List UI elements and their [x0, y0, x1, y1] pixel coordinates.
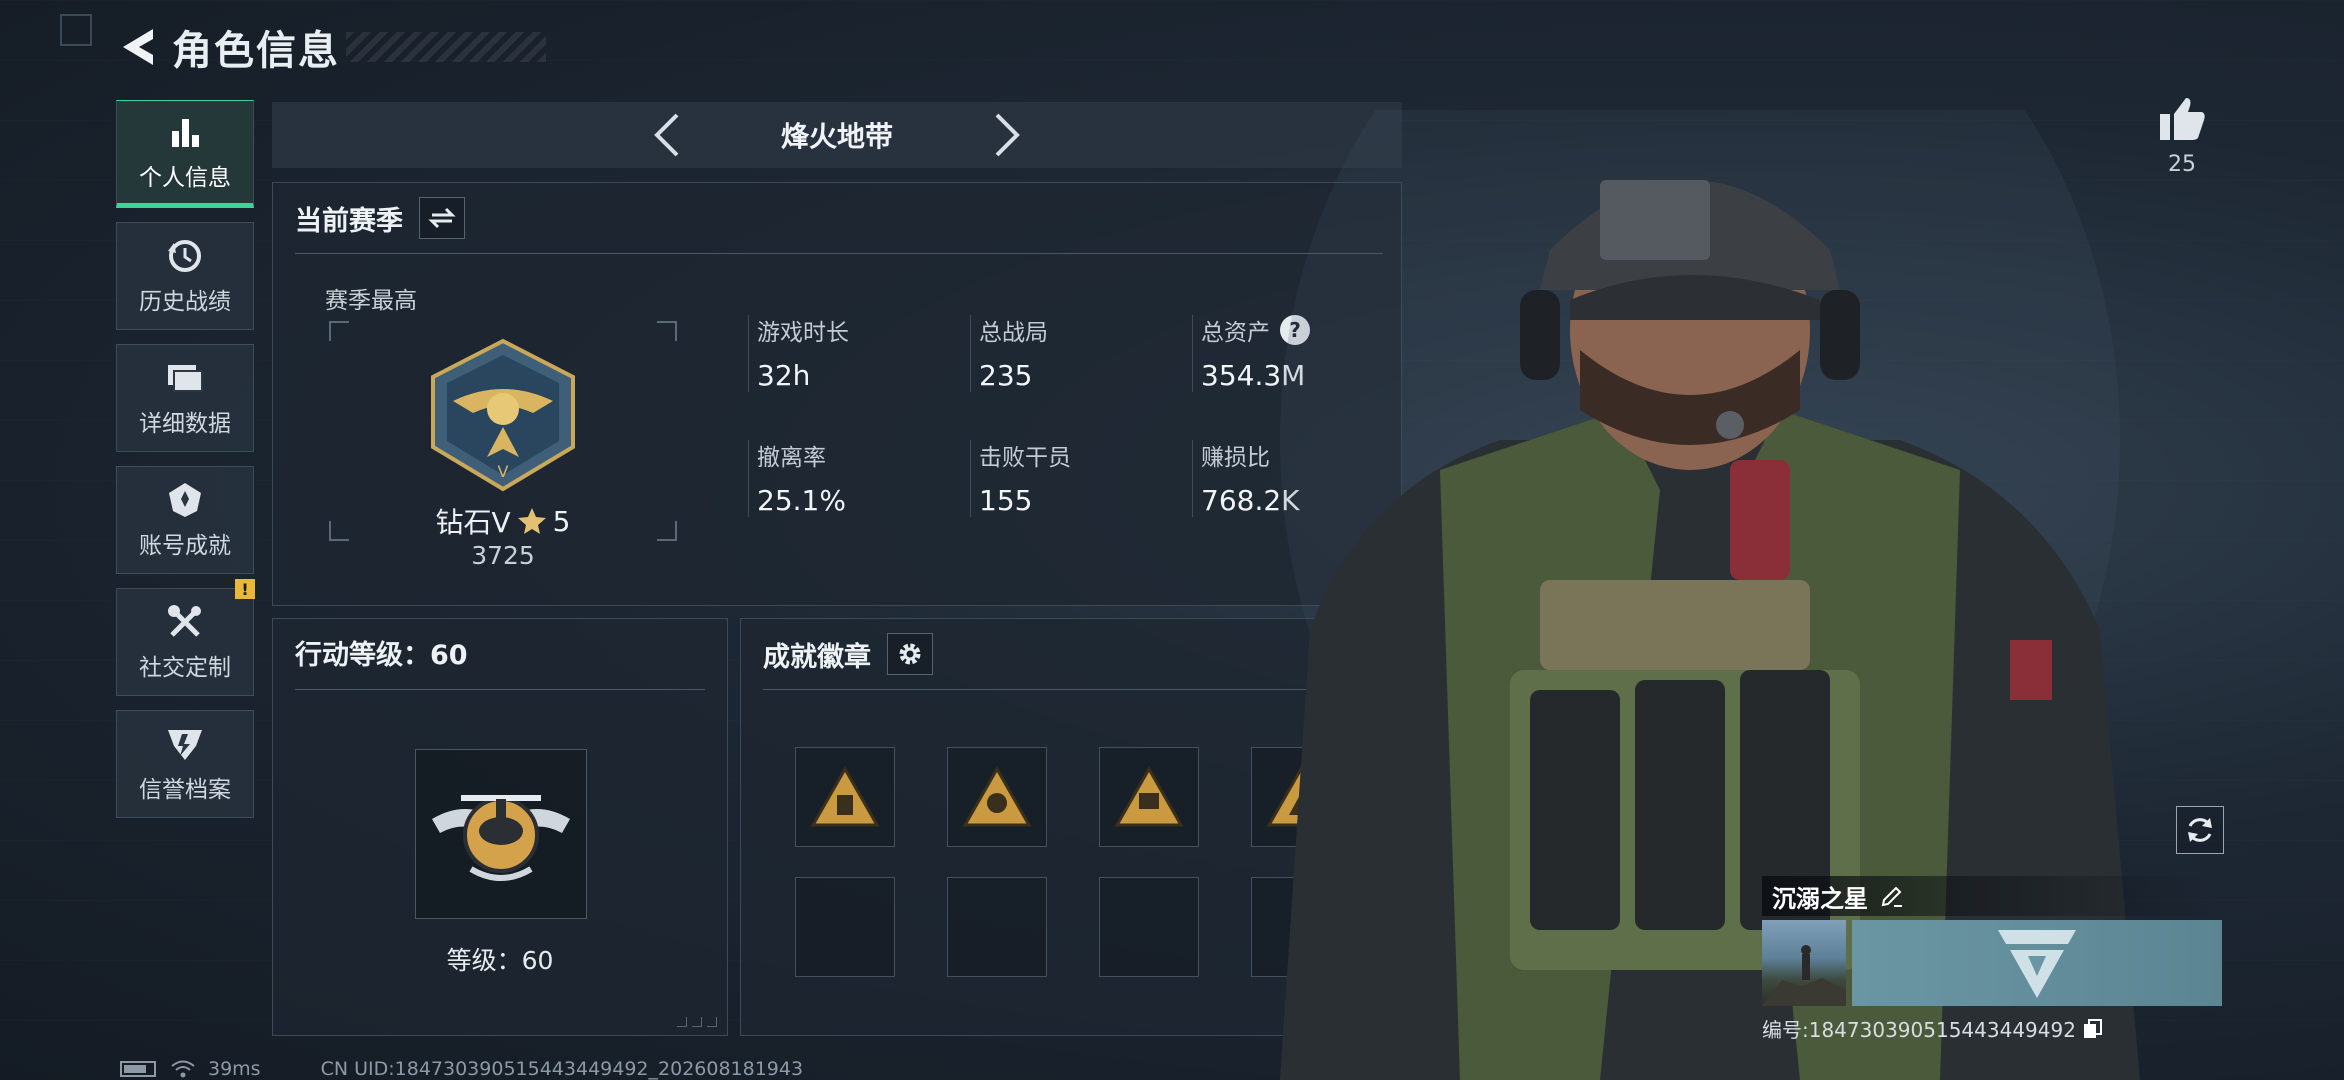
nav-label: 详细数据 [139, 411, 231, 437]
svg-text:V: V [498, 462, 509, 481]
history-clock-icon [165, 236, 205, 276]
helicopter-emblem-icon [432, 795, 570, 881]
folders-icon [165, 358, 205, 398]
badge-slot[interactable] [795, 747, 895, 847]
like-count: 25 [2168, 152, 2196, 177]
like-button[interactable]: 25 [2156, 96, 2208, 177]
season-title: 当前赛季 [295, 205, 403, 237]
stat-value: 32h [757, 359, 811, 392]
uid-text: CN UID:18473039051544344​9492_2026081819… [320, 1058, 804, 1080]
card-header: 沉溺之星 [1762, 876, 2222, 916]
player-id: 编号:1847303905154434​49492 [1762, 1014, 2222, 1043]
badge-slot[interactable] [947, 747, 1047, 847]
rank-stars: 5 [552, 504, 571, 538]
title-decoration [346, 32, 546, 62]
header: 角色信息 [118, 22, 546, 74]
triangle-badge-icon [1114, 765, 1184, 827]
badge-slot-empty[interactable] [947, 877, 1047, 977]
gear-icon [899, 643, 921, 665]
wifi-icon [170, 1059, 196, 1079]
nav-label: 社交定制 [139, 655, 231, 681]
player-id-text: 编号:1847303905154434​49492 [1762, 1018, 2076, 1042]
stat-label: 游戏时长 [757, 320, 849, 346]
stat-operators-defeated: 击败干员 155 [970, 440, 1192, 517]
stat-play-time: 游戏时长 32h [748, 315, 970, 392]
achievement-medal-icon [165, 480, 205, 520]
page-title: 角色信息 [172, 28, 340, 74]
swap-arrows-icon [428, 207, 456, 229]
mode-selector: 烽火地带 [272, 102, 1402, 168]
chevron-left-icon [654, 113, 679, 157]
edit-name-button[interactable] [1880, 884, 1904, 908]
nav-item-achievements[interactable]: 账号成就 [116, 466, 254, 574]
level-emblem[interactable] [415, 749, 587, 919]
stat-value: 235 [979, 359, 1033, 392]
card-body[interactable] [1762, 920, 2222, 1006]
season-panel: 当前赛季 赛季最高 V 钻石V 5 3725 游戏时长 32h 总战局 235 … [272, 182, 1402, 606]
copy-id-button[interactable] [2082, 1018, 2104, 1040]
ping-text: 39ms [208, 1058, 261, 1080]
mode-title: 烽火地带 [780, 120, 893, 153]
action-level-title: 行动等级：60 [295, 640, 468, 671]
badge-slot[interactable] [1099, 747, 1199, 847]
avatar [1762, 920, 1846, 1006]
badges-title: 成就徽章 [763, 641, 871, 673]
badge-slot-empty[interactable] [795, 877, 895, 977]
nav-item-personal-info[interactable]: 个人信息 [116, 100, 254, 208]
switch-season-button[interactable] [419, 197, 465, 239]
stat-total-matches: 总战局 235 [970, 315, 1192, 392]
nav-item-social[interactable]: ! 社交定制 [116, 579, 255, 696]
stat-label: 撤离率 [757, 445, 826, 471]
nav-item-credit[interactable]: 信誉档案 [116, 710, 254, 818]
triangle-badge-icon [810, 765, 880, 827]
nav-label: 个人信息 [139, 165, 231, 191]
credit-emblem-icon [165, 724, 205, 764]
game-logo-icon [1998, 930, 2076, 998]
corner-decoration [60, 14, 92, 46]
rank-name: 钻石V 5 [333, 501, 673, 541]
back-arrow-icon [123, 29, 153, 65]
player-name: 沉溺之星 [1772, 884, 1868, 913]
side-nav: 个人信息 历史战绩 详细数据 账号成就 ! 社交定制 信誉档案 [116, 100, 255, 832]
badge-slot-empty[interactable] [1099, 877, 1199, 977]
star-icon [517, 508, 546, 534]
mode-next-button[interactable] [987, 110, 1027, 160]
nav-label: 信誉档案 [139, 777, 231, 803]
nav-item-history[interactable]: 历史战绩 [116, 222, 254, 330]
action-level-panel: 行动等级：60 等级：60 [272, 618, 728, 1036]
battery-icon [120, 1061, 156, 1077]
pencil-icon [1881, 886, 1902, 907]
mode-prev-button[interactable] [647, 110, 687, 160]
nav-item-detail-data[interactable]: 详细数据 [116, 344, 254, 452]
rank-tier: 钻石V [435, 506, 511, 539]
warning-badge: ! [235, 579, 255, 599]
season-best-label: 赛季最高 [325, 288, 417, 314]
nav-label: 账号成就 [139, 533, 231, 559]
badge-settings-button[interactable] [887, 633, 933, 675]
stat-label: 总战局 [979, 320, 1048, 346]
corner-marks [677, 1017, 717, 1027]
status-bar: 39ms CN UID:18473039051544344​9492_20260… [120, 1058, 803, 1080]
refresh-button[interactable] [2176, 806, 2224, 854]
bar-chart-icon [165, 112, 205, 152]
stat-extraction-rate: 撤离率 25.1% [748, 440, 970, 517]
triangle-badge-icon [962, 765, 1032, 827]
rank-score: 3725 [471, 541, 535, 570]
copy-icon [2083, 1018, 2102, 1038]
stat-label: 击败干员 [979, 445, 1071, 471]
card-banner [1852, 920, 2222, 1006]
stat-value: 155 [979, 484, 1033, 517]
divider [295, 253, 1383, 254]
thumbs-up-icon [2160, 98, 2205, 140]
divider [295, 689, 705, 690]
diamond-rank-emblem-icon: V [431, 338, 575, 492]
refresh-icon [2188, 818, 2212, 842]
tools-icon [165, 602, 205, 642]
stat-value: 25.1% [757, 484, 846, 517]
nav-label: 历史战绩 [139, 289, 231, 315]
chevron-right-icon [995, 113, 1020, 157]
player-card: 沉溺之星 编号:1847303905154434​49492 [1762, 876, 2222, 1043]
level-text: 等级：60 [446, 946, 554, 975]
back-button[interactable] [118, 25, 158, 69]
